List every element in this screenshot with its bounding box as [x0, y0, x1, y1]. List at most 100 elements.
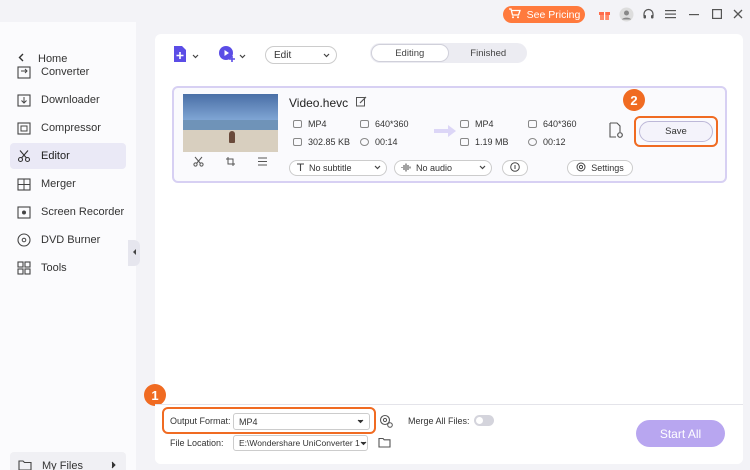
source-format: MP4	[293, 119, 327, 129]
merge-all-files-toggle[interactable]	[474, 415, 494, 426]
start-all-button[interactable]: Start All	[636, 420, 725, 447]
audio-value: No audio	[416, 163, 453, 173]
edit-mode-value: Edit	[274, 49, 292, 61]
editor-icon	[16, 149, 31, 164]
resolution-icon	[528, 120, 537, 128]
resolution-icon	[360, 120, 369, 128]
format-settings-icon[interactable]	[379, 414, 393, 431]
add-file-button[interactable]	[172, 45, 199, 66]
sidebar-item-label: DVD Burner	[41, 234, 101, 246]
sidebar-item-label: Compressor	[41, 122, 101, 134]
video-thumbnail[interactable]	[183, 94, 278, 152]
sidebar-item-label: Downloader	[41, 94, 100, 106]
file-settings-icon[interactable]	[608, 122, 624, 142]
clock-icon	[528, 138, 537, 146]
source-size-value: 302.85 KB	[308, 137, 351, 147]
clock-icon	[360, 138, 369, 146]
target-format: MP4	[460, 119, 494, 129]
effects-list-icon[interactable]	[257, 156, 268, 170]
gift-icon[interactable]	[596, 6, 612, 22]
file-title: Video.hevc	[289, 96, 367, 110]
thumbnail-tools	[183, 156, 278, 170]
sidebar-item-converter[interactable]: Converter	[10, 59, 126, 85]
edit-mode-select[interactable]: Edit	[265, 46, 337, 64]
chevron-left-icon	[132, 248, 137, 258]
source-format-value: MP4	[308, 119, 327, 129]
target-duration-value: 00:12	[543, 137, 566, 147]
output-format-select[interactable]: MP4	[233, 413, 370, 430]
save-button[interactable]: Save	[639, 121, 713, 142]
source-size: 302.85 KB	[293, 137, 350, 147]
sidebar-item-label: Screen Recorder	[41, 206, 125, 218]
output-format-value: MP4	[239, 416, 258, 427]
subtitle-icon	[296, 162, 305, 174]
add-file-icon	[172, 45, 189, 66]
sidebar-item-tools[interactable]: Tools	[10, 255, 126, 281]
chevron-down-icon	[479, 165, 486, 172]
folder-icon	[293, 138, 302, 146]
sidebar-item-label: Tools	[41, 262, 67, 274]
tab-finished[interactable]: Finished	[451, 44, 527, 62]
info-button[interactable]	[502, 160, 528, 176]
video-format-icon	[293, 120, 302, 128]
chevron-down-icon	[357, 417, 364, 426]
file-location-value: E:\Wondershare UniConverter 1	[239, 438, 360, 448]
add-media-button[interactable]	[218, 45, 246, 66]
target-size-value: 1.19 MB	[475, 137, 509, 147]
subtitle-select[interactable]: No subtitle	[289, 160, 387, 176]
avatar-icon[interactable]	[618, 6, 634, 22]
sidebar-item-screen-recorder[interactable]: Screen Recorder	[10, 199, 126, 225]
rename-icon[interactable]	[356, 96, 367, 110]
target-format-value: MP4	[475, 119, 494, 129]
menu-icon[interactable]	[662, 6, 678, 22]
sidebar-item-downloader[interactable]: Downloader	[10, 87, 126, 113]
compressor-icon	[16, 121, 31, 136]
subtitle-value: No subtitle	[309, 163, 352, 173]
minimize-icon[interactable]	[686, 6, 702, 22]
screen-recorder-icon	[16, 205, 31, 220]
merge-all-files-label: Merge All Files:	[408, 416, 470, 426]
status-tabs: Editing Finished	[370, 43, 527, 63]
chevron-down-icon	[239, 50, 246, 62]
convert-arrow-icon	[434, 125, 456, 137]
cart-icon	[508, 7, 521, 22]
sidebar-item-label: Merger	[41, 178, 76, 190]
merger-icon	[16, 177, 31, 192]
maximize-icon[interactable]	[709, 6, 725, 22]
add-media-icon	[218, 45, 236, 66]
settings-icon	[576, 162, 586, 174]
my-files-button[interactable]: My Files	[10, 452, 126, 470]
file-location-label: File Location:	[170, 438, 224, 448]
sidebar-collapse-button[interactable]	[128, 240, 140, 266]
info-icon	[510, 162, 520, 174]
output-format-label: Output Format:	[170, 416, 231, 426]
audio-select[interactable]: No audio	[394, 160, 492, 176]
open-folder-icon[interactable]	[378, 437, 391, 451]
target-resolution-value: 640*360	[543, 119, 577, 129]
chevron-down-icon	[192, 50, 199, 62]
sidebar-item-editor[interactable]: Editor	[10, 143, 126, 169]
crop-icon[interactable]	[225, 156, 236, 170]
target-duration: 00:12	[528, 137, 566, 147]
target-size: 1.19 MB	[460, 137, 509, 147]
tab-editing[interactable]: Editing	[371, 44, 449, 62]
chevron-down-icon	[374, 165, 381, 172]
see-pricing-button[interactable]: See Pricing	[503, 6, 585, 23]
settings-button[interactable]: Settings	[567, 160, 633, 176]
close-icon[interactable]	[730, 6, 746, 22]
step-badge-2: 2	[623, 89, 645, 111]
headset-icon[interactable]	[640, 6, 656, 22]
sidebar-item-compressor[interactable]: Compressor	[10, 115, 126, 141]
sidebar-item-merger[interactable]: Merger	[10, 171, 126, 197]
file-location-select[interactable]: E:\Wondershare UniConverter 1	[233, 435, 368, 451]
sidebar-item-dvd-burner[interactable]: DVD Burner	[10, 227, 126, 253]
chevron-down-icon	[360, 439, 367, 448]
trim-icon[interactable]	[193, 156, 204, 170]
audio-wave-icon	[401, 163, 412, 174]
sidebar: Home Converter Downloader Compressor Edi…	[0, 22, 136, 470]
chevron-right-icon	[111, 461, 116, 470]
folder-icon	[18, 459, 32, 470]
source-resolution: 640*360	[360, 119, 409, 129]
file-name: Video.hevc	[289, 96, 349, 110]
source-resolution-value: 640*360	[375, 119, 409, 129]
